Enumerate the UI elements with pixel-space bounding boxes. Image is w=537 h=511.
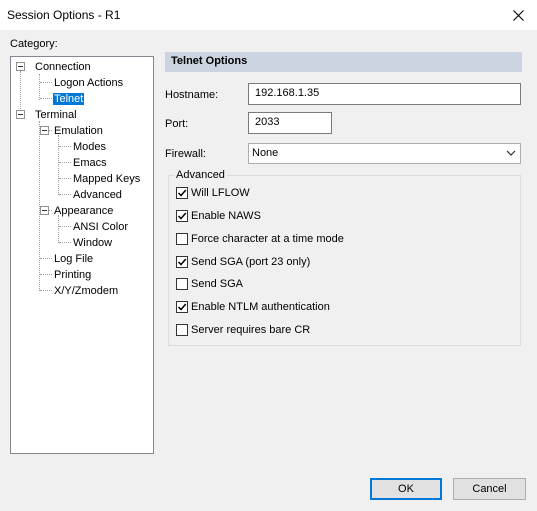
option-force-char-mode[interactable]: Force character at a time mode [176, 232, 344, 246]
option-label: Server requires bare CR [191, 324, 311, 336]
hostname-input[interactable]: 192.168.1.35 [248, 83, 521, 105]
tree-item-printing[interactable]: Printing [53, 268, 92, 282]
hostname-label: Hostname: [165, 89, 219, 101]
checkbox[interactable] [176, 210, 188, 222]
tree-item-appearance[interactable]: Appearance [53, 204, 114, 218]
option-bare-cr[interactable]: Server requires bare CR [176, 323, 310, 337]
option-will-lflow[interactable]: Will LFLOW [176, 186, 250, 200]
checkbox[interactable] [176, 278, 188, 290]
option-label: Enable NAWS [191, 210, 261, 222]
close-button[interactable] [505, 4, 531, 26]
window-title: Session Options - R1 [7, 8, 121, 22]
checkmark-icon [177, 189, 187, 197]
tree-item-mapped-keys[interactable]: Mapped Keys [72, 172, 141, 186]
option-enable-naws[interactable]: Enable NAWS [176, 209, 261, 223]
checkmark-icon [177, 258, 187, 266]
firewall-select[interactable]: None [248, 143, 521, 164]
tree-item-log-file[interactable]: Log File [53, 252, 94, 266]
port-value: 2033 [255, 116, 280, 128]
firewall-label: Firewall: [165, 148, 206, 160]
panel-title: Telnet Options [171, 55, 248, 67]
option-send-sga[interactable]: Send SGA [176, 277, 243, 291]
tree-item-window[interactable]: Window [72, 236, 113, 250]
panel-header: Telnet Options [165, 52, 522, 72]
checkbox[interactable] [176, 301, 188, 313]
option-label: Force character at a time mode [191, 233, 344, 245]
category-label: Category: [10, 38, 58, 50]
tree-item-emulation[interactable]: Emulation [53, 124, 104, 138]
tree-item-emacs[interactable]: Emacs [72, 156, 108, 170]
tree-item-terminal[interactable]: Terminal [34, 108, 78, 122]
chevron-down-icon [506, 150, 516, 156]
ok-button[interactable]: OK [370, 478, 442, 500]
checkbox[interactable] [176, 233, 188, 245]
checkbox[interactable] [176, 324, 188, 336]
category-tree[interactable]: Connection Logon Actions Telnet Terminal… [10, 56, 154, 454]
option-label: Send SGA (port 23 only) [191, 256, 311, 268]
checkbox[interactable] [176, 187, 188, 199]
expand-appearance-icon[interactable] [40, 206, 49, 215]
tree-item-connection[interactable]: Connection [34, 60, 92, 74]
option-label: Enable NTLM authentication [191, 301, 330, 313]
checkmark-icon [177, 303, 187, 311]
option-label: Send SGA [191, 278, 243, 290]
tree-item-logon-actions[interactable]: Logon Actions [53, 76, 124, 90]
tree-item-modes[interactable]: Modes [72, 140, 107, 154]
option-send-sga-port23[interactable]: Send SGA (port 23 only) [176, 255, 310, 269]
cancel-button[interactable]: Cancel [453, 478, 526, 500]
advanced-group-label: Advanced [174, 169, 227, 181]
firewall-value: None [252, 147, 279, 159]
close-icon [512, 9, 524, 21]
expand-connection-icon[interactable] [16, 62, 25, 71]
hostname-value: 192.168.1.35 [255, 87, 320, 99]
tree-item-advanced[interactable]: Advanced [72, 188, 123, 202]
option-label: Will LFLOW [191, 187, 250, 199]
checkbox[interactable] [176, 256, 188, 268]
port-label: Port: [165, 118, 189, 130]
port-input[interactable]: 2033 [248, 112, 332, 134]
expand-terminal-icon[interactable] [16, 110, 25, 119]
tree-item-ansi-color[interactable]: ANSI Color [72, 220, 129, 234]
tree-item-telnet[interactable]: Telnet [53, 92, 85, 106]
tree-item-xyzmodem[interactable]: X/Y/Zmodem [53, 284, 119, 298]
option-enable-ntlm[interactable]: Enable NTLM authentication [176, 300, 330, 314]
title-bar: Session Options - R1 [0, 0, 537, 30]
expand-emulation-icon[interactable] [40, 126, 49, 135]
checkmark-icon [177, 212, 187, 220]
